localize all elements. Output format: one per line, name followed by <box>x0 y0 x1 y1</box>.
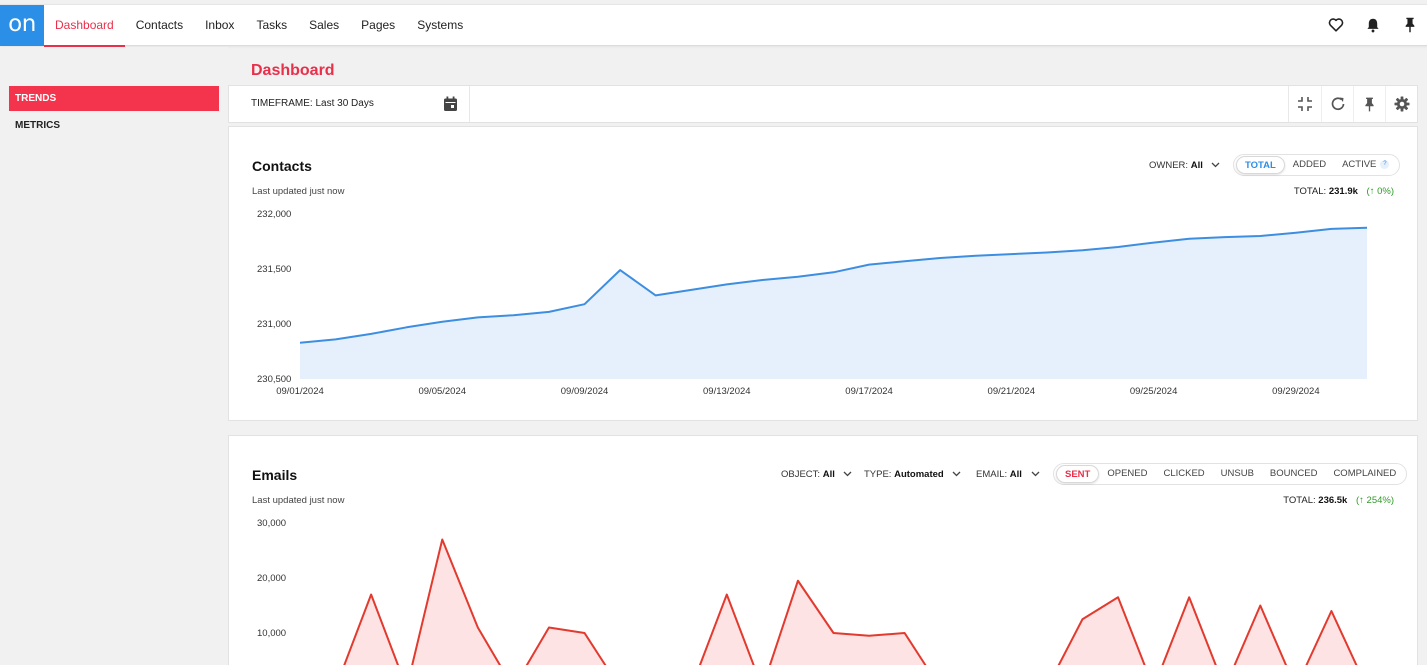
data-point[interactable] <box>724 592 730 598</box>
data-point[interactable] <box>1186 594 1192 600</box>
data-point[interactable] <box>404 324 410 330</box>
data-point[interactable] <box>368 592 374 598</box>
top-navbar: on Dashboard Contacts Inbox Tasks Sales … <box>0 4 1427 47</box>
x-tick-label: 09/21/2024 <box>988 386 1036 397</box>
x-tick-label: 09/05/2024 <box>418 386 466 397</box>
data-point[interactable] <box>439 319 445 325</box>
logo[interactable]: on <box>0 5 44 46</box>
top-icons <box>1326 15 1419 34</box>
sidebar-item-metrics[interactable]: METRICS <box>9 113 219 138</box>
data-point[interactable] <box>973 253 979 259</box>
emails-chart: 30,000 20,000 10,000 <box>257 518 1358 665</box>
data-point[interactable] <box>795 578 801 584</box>
nav-systems[interactable]: Systems <box>406 5 474 46</box>
nav-tasks[interactable]: Tasks <box>245 5 298 46</box>
y-tick-label: 232,000 <box>257 209 291 220</box>
data-point[interactable] <box>831 630 837 636</box>
timeframe-bar: TIMEFRAME: Last 30 Days <box>228 85 1418 123</box>
bell-icon[interactable] <box>1363 15 1382 34</box>
data-point[interactable] <box>866 633 872 639</box>
divider <box>469 86 470 122</box>
data-point[interactable] <box>582 630 588 636</box>
y-tick-label: 230,500 <box>257 374 291 385</box>
y-tick-label: 231,000 <box>257 319 291 330</box>
x-tick-label: 09/13/2024 <box>703 386 751 397</box>
y-tick-label: 231,500 <box>257 264 291 275</box>
data-point[interactable] <box>368 331 374 337</box>
data-point[interactable] <box>1293 230 1299 236</box>
data-point[interactable] <box>1222 234 1228 240</box>
contacts-card: Contacts Last updated just now OWNER: Al… <box>228 126 1418 421</box>
data-point[interactable] <box>1328 608 1334 614</box>
data-point[interactable] <box>1328 226 1334 232</box>
toolbar <box>1288 86 1417 122</box>
data-point[interactable] <box>1115 244 1121 250</box>
contacts-chart: 232,000 231,500 231,000 230,50009/01/2024 09… <box>257 209 1370 397</box>
data-point[interactable] <box>902 258 908 264</box>
data-point[interactable] <box>688 287 694 293</box>
sidebar-item-trends[interactable]: TRENDS <box>9 86 219 111</box>
data-point[interactable] <box>546 309 552 315</box>
data-point[interactable] <box>759 277 765 283</box>
timeframe-selector[interactable]: TIMEFRAME: Last 30 Days <box>251 98 374 109</box>
data-point[interactable] <box>475 314 481 320</box>
data-point[interactable] <box>866 262 872 268</box>
data-point[interactable] <box>1151 240 1157 246</box>
y-tick-label: 10,000 <box>257 628 286 639</box>
area-fill <box>344 539 1357 665</box>
page-title: Dashboard <box>251 62 335 79</box>
data-point[interactable] <box>510 312 516 318</box>
pin-icon[interactable] <box>1400 15 1419 34</box>
nav-dashboard[interactable]: Dashboard <box>44 5 125 47</box>
collapse-icon[interactable] <box>1289 86 1321 122</box>
timeframe-label: TIMEFRAME: <box>251 98 313 109</box>
data-point[interactable] <box>831 269 837 275</box>
data-point[interactable] <box>297 340 303 346</box>
data-point[interactable] <box>617 267 623 273</box>
data-point[interactable] <box>1044 250 1050 256</box>
data-point[interactable] <box>1008 251 1014 257</box>
data-point[interactable] <box>475 625 481 631</box>
data-point[interactable] <box>1115 594 1121 600</box>
x-tick-label: 09/25/2024 <box>1130 386 1178 397</box>
pin-icon[interactable] <box>1353 86 1385 122</box>
data-point[interactable] <box>902 630 908 636</box>
nav-contacts[interactable]: Contacts <box>125 5 194 46</box>
data-point[interactable] <box>653 292 659 298</box>
nav-sales[interactable]: Sales <box>298 5 350 46</box>
gear-icon[interactable] <box>1385 86 1417 122</box>
data-point[interactable] <box>1079 247 1085 253</box>
data-point[interactable] <box>724 281 730 287</box>
y-tick-label: 30,000 <box>257 518 286 529</box>
data-point[interactable] <box>1186 236 1192 242</box>
data-point[interactable] <box>1079 616 1085 622</box>
data-point[interactable] <box>1257 233 1263 239</box>
x-tick-label: 09/29/2024 <box>1272 386 1320 397</box>
y-tick-label: 20,000 <box>257 573 286 584</box>
data-point[interactable] <box>439 537 445 543</box>
calendar-icon[interactable] <box>443 96 460 113</box>
data-point[interactable] <box>546 625 552 631</box>
refresh-icon[interactable] <box>1321 86 1353 122</box>
x-tick-label: 09/01/2024 <box>276 386 324 397</box>
data-point[interactable] <box>582 301 588 307</box>
data-point[interactable] <box>937 255 943 261</box>
data-point[interactable] <box>1257 603 1263 609</box>
area-fill <box>300 227 1367 379</box>
emails-card: Emails Last updated just now OBJECT: All… <box>228 435 1418 665</box>
sidebar: TRENDS METRICS <box>0 47 228 665</box>
heart-icon[interactable] <box>1326 15 1345 34</box>
main-nav: Dashboard Contacts Inbox Tasks Sales Pag… <box>44 5 474 47</box>
data-point[interactable] <box>1364 225 1370 231</box>
data-point[interactable] <box>333 336 339 342</box>
x-tick-label: 09/17/2024 <box>845 386 893 397</box>
timeframe-value: Last 30 Days <box>315 98 374 109</box>
nav-pages[interactable]: Pages <box>350 5 406 46</box>
x-tick-label: 09/09/2024 <box>561 386 609 397</box>
data-point[interactable] <box>795 274 801 280</box>
nav-inbox[interactable]: Inbox <box>194 5 245 46</box>
